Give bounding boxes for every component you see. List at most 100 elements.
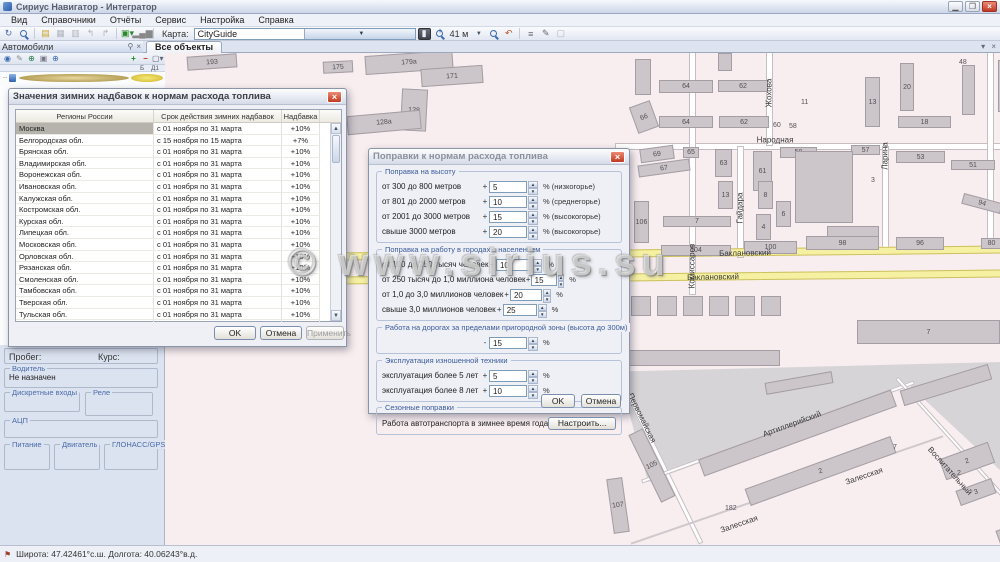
- table-row[interactable]: Владимирская обл.с 01 ноября по 31 марта…: [16, 158, 341, 170]
- table-row[interactable]: Ярославская обл.с 01 ноября по 31 марта+…: [16, 320, 341, 322]
- table-row[interactable]: Курская обл.с 01 ноября по 31 марта+10%: [16, 216, 341, 228]
- route-icon-disabled[interactable]: ↰: [84, 28, 97, 40]
- value-cell[interactable]: +10%: [282, 123, 320, 135]
- table-row[interactable]: Смоленская обл.с 01 ноября по 31 марта+1…: [16, 274, 341, 286]
- spinner-buttons-icon[interactable]: ▲▼: [543, 289, 551, 301]
- undo-view-icon[interactable]: ↶: [502, 28, 515, 40]
- spinner-buttons-icon[interactable]: ▲▼: [528, 226, 538, 238]
- minimize-button[interactable]: ▁: [948, 1, 963, 12]
- table-row[interactable]: Брянская обл.с 01 ноября по 31 марта+10%: [16, 146, 341, 158]
- table-row[interactable]: Ивановская обл.с 01 ноября по 31 марта+1…: [16, 181, 341, 193]
- region-cell[interactable]: Курская обл.: [16, 216, 154, 228]
- spin-input[interactable]: 20: [489, 226, 527, 238]
- value-cell[interactable]: +10%: [282, 239, 320, 251]
- map-source-combobox[interactable]: CityGuide ▼: [194, 28, 416, 40]
- value-cell[interactable]: +10%: [282, 297, 320, 309]
- region-cell[interactable]: Тверская обл.: [16, 297, 154, 309]
- period-cell[interactable]: с 01 ноября по 31 марта: [154, 274, 282, 286]
- table-scrollbar[interactable]: ▲ ▼: [330, 123, 341, 321]
- menu-item[interactable]: Сервис: [148, 15, 193, 25]
- period-cell[interactable]: с 01 ноября по 31 марта: [154, 146, 282, 158]
- region-cell[interactable]: Смоленская обл.: [16, 274, 154, 286]
- region-cell[interactable]: Орловская обл.: [16, 251, 154, 263]
- region-cell[interactable]: Брянская обл.: [16, 146, 154, 158]
- spinner-buttons-icon[interactable]: ▲▼: [528, 337, 538, 349]
- region-cell[interactable]: Липецкая обл.: [16, 227, 154, 239]
- period-cell[interactable]: с 01 ноября по 31 марта: [154, 251, 282, 263]
- spinner-buttons-icon[interactable]: ▲▼: [528, 196, 538, 208]
- value-cell[interactable]: +10%: [282, 309, 320, 321]
- spin-input[interactable]: 15: [531, 274, 557, 286]
- pin-icon[interactable]: ⚲: [127, 42, 133, 51]
- menu-item[interactable]: Вид: [4, 15, 34, 25]
- columns-icon[interactable]: ▢▾: [152, 54, 163, 63]
- period-cell[interactable]: с 01 ноября по 31 марта: [154, 169, 282, 181]
- period-cell[interactable]: с 01 ноября по 31 марта: [154, 239, 282, 251]
- table-row[interactable]: Тамбовская обл.с 01 ноября по 31 марта+1…: [16, 285, 341, 297]
- report-icon[interactable]: ▤: [39, 28, 52, 40]
- period-cell[interactable]: с 01 ноября по 31 марта: [154, 204, 282, 216]
- zoom-out-icon[interactable]: -: [487, 28, 500, 40]
- period-cell[interactable]: с 01 ноября по 31 марта: [154, 262, 282, 274]
- spin-input[interactable]: 15: [489, 337, 527, 349]
- period-cell[interactable]: с 01 ноября по 31 марта: [154, 227, 282, 239]
- spin-input[interactable]: 5: [489, 181, 527, 193]
- table-row[interactable]: Воронежская обл.с 01 ноября по 31 марта+…: [16, 169, 341, 181]
- region-cell[interactable]: Воронежская обл.: [16, 169, 154, 181]
- remove-vehicle-icon[interactable]: −: [140, 54, 151, 63]
- region-cell[interactable]: Московская обл.: [16, 239, 154, 251]
- period-cell[interactable]: с 01 ноября по 31 марта: [154, 193, 282, 205]
- tab-all-objects[interactable]: Все объекты: [146, 41, 222, 53]
- cancel-button[interactable]: Отмена: [581, 394, 621, 408]
- value-cell[interactable]: +10%: [282, 274, 320, 286]
- apply-button[interactable]: Применить: [306, 326, 344, 340]
- period-cell[interactable]: с 01 ноября по 31 марта: [154, 158, 282, 170]
- period-cell[interactable]: с 01 ноября по 31 марта: [154, 123, 282, 135]
- table-row[interactable]: Москвас 01 ноября по 31 марта+10%: [16, 123, 341, 135]
- region-cell[interactable]: Тамбовская обл.: [16, 285, 154, 297]
- value-cell[interactable]: +10%: [282, 320, 320, 322]
- region-cell[interactable]: Владимирская обл.: [16, 158, 154, 170]
- value-cell[interactable]: +10%: [282, 169, 320, 181]
- route-icon-disabled[interactable]: ↱: [99, 28, 112, 40]
- spin-input[interactable]: 15: [489, 211, 527, 223]
- spinner-buttons-icon[interactable]: ▲▼: [528, 385, 538, 397]
- chart-icon[interactable]: ▂▄▆: [136, 28, 149, 40]
- spin-input[interactable]: 10: [489, 196, 527, 208]
- tree-expander[interactable]: ┄: [3, 74, 7, 82]
- period-cell[interactable]: с 01 ноября по 31 марта: [154, 297, 282, 309]
- value-cell[interactable]: +10%: [282, 285, 320, 297]
- track-toggle-icon[interactable]: ▮: [418, 28, 431, 40]
- table-row[interactable]: Тульская обл.с 01 ноября по 31 марта+10%: [16, 309, 341, 321]
- close-button[interactable]: ×: [982, 1, 997, 12]
- dialog-title-bar[interactable]: Значения зимних надбавок к нормам расход…: [9, 89, 346, 105]
- edit-icon[interactable]: ✎: [539, 28, 552, 40]
- list-icon[interactable]: ≡: [524, 28, 537, 40]
- menu-item[interactable]: Отчёты: [103, 15, 148, 25]
- value-cell[interactable]: +10%: [282, 158, 320, 170]
- value-cell[interactable]: +10%: [282, 204, 320, 216]
- spinner-buttons-icon[interactable]: ▲▼: [533, 259, 542, 271]
- spin-input[interactable]: 20: [510, 289, 542, 301]
- menu-item[interactable]: Настройка: [193, 15, 251, 25]
- tab-chevron-icon[interactable]: ▾: [981, 42, 985, 51]
- selection-icon[interactable]: ▢: [554, 28, 567, 40]
- value-cell[interactable]: +10%: [282, 227, 320, 239]
- spinner-buttons-icon[interactable]: ▲▼: [538, 304, 547, 316]
- table-row[interactable]: Рязанская обл.с 01 ноября по 31 марта+10…: [16, 262, 341, 274]
- region-cell[interactable]: Ивановская обл.: [16, 181, 154, 193]
- configure-button[interactable]: Настроить...: [548, 417, 616, 430]
- table-row[interactable]: Белгородская обл.с 15 ноября по 15 марта…: [16, 135, 341, 147]
- zoom-in-icon[interactable]: +: [433, 28, 446, 40]
- region-cell[interactable]: Москва: [16, 123, 154, 135]
- column-header-region[interactable]: Регионы России: [16, 110, 154, 122]
- scroll-up-icon[interactable]: ▲: [331, 123, 341, 134]
- spin-input[interactable]: 5: [489, 370, 527, 382]
- spinner-buttons-icon[interactable]: ▲▼: [528, 370, 538, 382]
- globe-icon[interactable]: ⊕: [26, 54, 37, 63]
- spin-input[interactable]: 25: [503, 304, 537, 316]
- period-cell[interactable]: с 01 ноября по 31 марта: [154, 309, 282, 321]
- spin-input[interactable]: 10: [496, 259, 532, 271]
- column-header-value[interactable]: Надбавка: [282, 110, 320, 122]
- table-row[interactable]: Тверская обл.с 01 ноября по 31 марта+10%: [16, 297, 341, 309]
